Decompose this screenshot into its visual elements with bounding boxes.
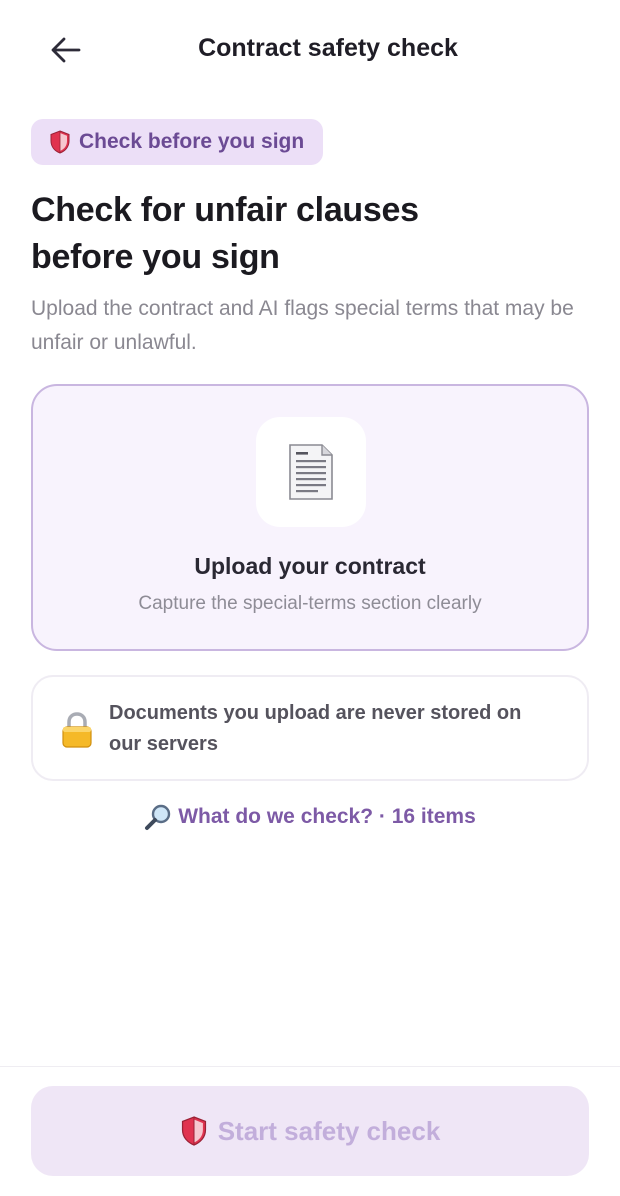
bottom-divider [0,1066,620,1067]
magnifier-icon [145,804,171,830]
check-before-sign-badge: Check before you sign [31,119,324,165]
check-link-label: What do we check? · 16 items [178,805,476,828]
shield-icon [50,130,70,154]
hero-heading-line2: before you sign [31,238,280,276]
badge-label: Check before you sign [79,130,305,153]
app-header: Contract safety check [0,0,620,100]
document-icon-tile [256,417,366,527]
contract-safety-check-screen: Contract safety check Check before you s… [0,0,620,1196]
start-button-label: Start safety check [217,1115,441,1146]
upload-contract-card[interactable]: Upload your contract Capture the special… [31,384,589,651]
page-title: Contract safety check [198,34,458,62]
what-do-we-check-link[interactable]: What do we check? · 16 items [0,803,620,831]
hero-heading-line1: Check for unfair clauses [31,191,419,229]
hero-heading: Check for unfair clauses before you sign [31,187,591,281]
start-safety-check-button[interactable]: Start safety check [31,1086,589,1176]
shield-icon [181,1116,206,1146]
upload-title: Upload your contract [194,553,426,579]
privacy-notice-card: Documents you upload are never stored on… [31,675,589,781]
privacy-text: Documents you upload are never stored on… [109,702,522,755]
hero-subtitle: Upload the contract and AI flags special… [31,297,574,354]
lock-icon [62,712,92,748]
document-icon [289,444,333,500]
upload-subtitle: Capture the special-terms section clearl… [138,593,482,614]
